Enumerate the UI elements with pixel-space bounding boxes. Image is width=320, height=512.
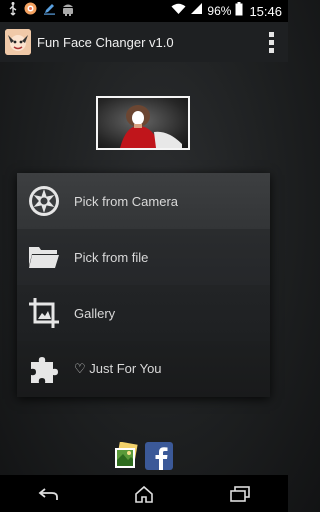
battery-icon [235, 1, 243, 21]
folder-icon [28, 241, 60, 273]
clock-time: 15:46 [249, 3, 282, 19]
menu-item-gallery[interactable]: Gallery [17, 285, 270, 341]
menu-item-label: Pick from Camera [74, 193, 179, 209]
usb-icon [8, 1, 18, 21]
crop-icon [28, 297, 60, 329]
menu-item-pick-from-file[interactable]: Pick from file [17, 229, 270, 285]
navigation-bar [0, 475, 288, 512]
menu-item-label: ♡ Just For You [74, 361, 162, 376]
menu-item-pick-from-camera[interactable]: Pick from Camera [17, 173, 270, 229]
signal-icon [190, 2, 203, 20]
home-icon[interactable] [124, 479, 164, 509]
facebook-icon[interactable] [145, 442, 173, 470]
edit-icon [43, 2, 56, 20]
battery-percent: 96% [207, 4, 232, 18]
status-bar: 96% 15:46 [0, 0, 288, 22]
menu-item-label: Gallery [74, 305, 116, 321]
status-bar-right: 96% 15:46 [171, 0, 288, 22]
android-icon [62, 2, 74, 21]
puzzle-icon [28, 353, 60, 385]
app-logo-icon[interactable] [5, 29, 31, 55]
menu-item-just-for-you[interactable]: ♡ Just For You [17, 341, 270, 397]
photo-gallery-app-icon[interactable] [113, 441, 139, 470]
notification-app-icon [24, 2, 37, 20]
app-title: Fun Face Changer v1.0 [37, 34, 174, 50]
camera-aperture-icon [28, 185, 60, 217]
face-preview-image[interactable] [96, 96, 190, 150]
recent-apps-icon[interactable] [220, 479, 260, 509]
overflow-menu-icon[interactable] [269, 31, 274, 53]
wifi-icon [171, 2, 186, 20]
action-bar: Fun Face Changer v1.0 [0, 22, 288, 62]
main-menu: Pick from Camera Pick from file Gallery [17, 173, 270, 397]
back-icon[interactable] [28, 479, 68, 509]
status-bar-left [0, 0, 74, 22]
menu-item-label: Pick from file [74, 249, 149, 265]
bottom-app-icons [113, 441, 173, 470]
face-template-photo [120, 105, 182, 148]
